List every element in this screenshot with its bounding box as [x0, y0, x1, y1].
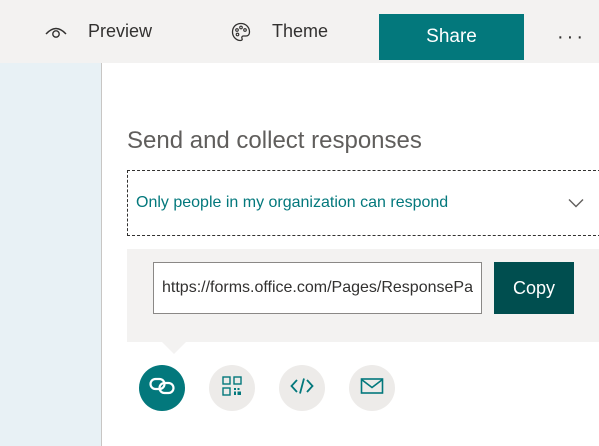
link-icon	[149, 377, 175, 400]
email-option-button[interactable]	[349, 365, 395, 411]
form-canvas-background	[0, 63, 102, 446]
embed-option-button[interactable]	[279, 365, 325, 411]
pointer-caret	[162, 342, 186, 354]
link-area: Copy	[127, 249, 599, 342]
share-options	[139, 365, 419, 411]
link-option-button[interactable]	[139, 365, 185, 411]
more-options-button[interactable]: ···	[557, 14, 599, 60]
copy-button[interactable]: Copy	[494, 262, 574, 314]
chevron-down-icon	[566, 193, 586, 213]
panel-heading: Send and collect responses	[127, 127, 422, 154]
palette-icon	[229, 20, 253, 44]
command-bar: Preview Theme Share ···	[0, 0, 599, 63]
theme-button[interactable]: Theme	[229, 0, 328, 63]
audience-dropdown-value: Only people in my organization can respo…	[136, 194, 449, 211]
share-panel: Send and collect responses Only people i…	[103, 63, 599, 446]
share-link-input[interactable]	[153, 262, 482, 314]
theme-label: Theme	[272, 21, 329, 41]
more-icon: ···	[557, 25, 586, 48]
preview-button[interactable]: Preview	[44, 0, 152, 63]
share-button[interactable]: Share	[379, 14, 524, 60]
qr-code-option-button[interactable]	[209, 365, 255, 411]
eye-icon	[44, 20, 68, 44]
email-icon	[360, 377, 384, 400]
qr-code-icon	[222, 375, 242, 401]
audience-dropdown[interactable]: Only people in my organization can respo…	[127, 170, 599, 236]
preview-label: Preview	[88, 21, 153, 41]
embed-icon	[290, 377, 314, 400]
